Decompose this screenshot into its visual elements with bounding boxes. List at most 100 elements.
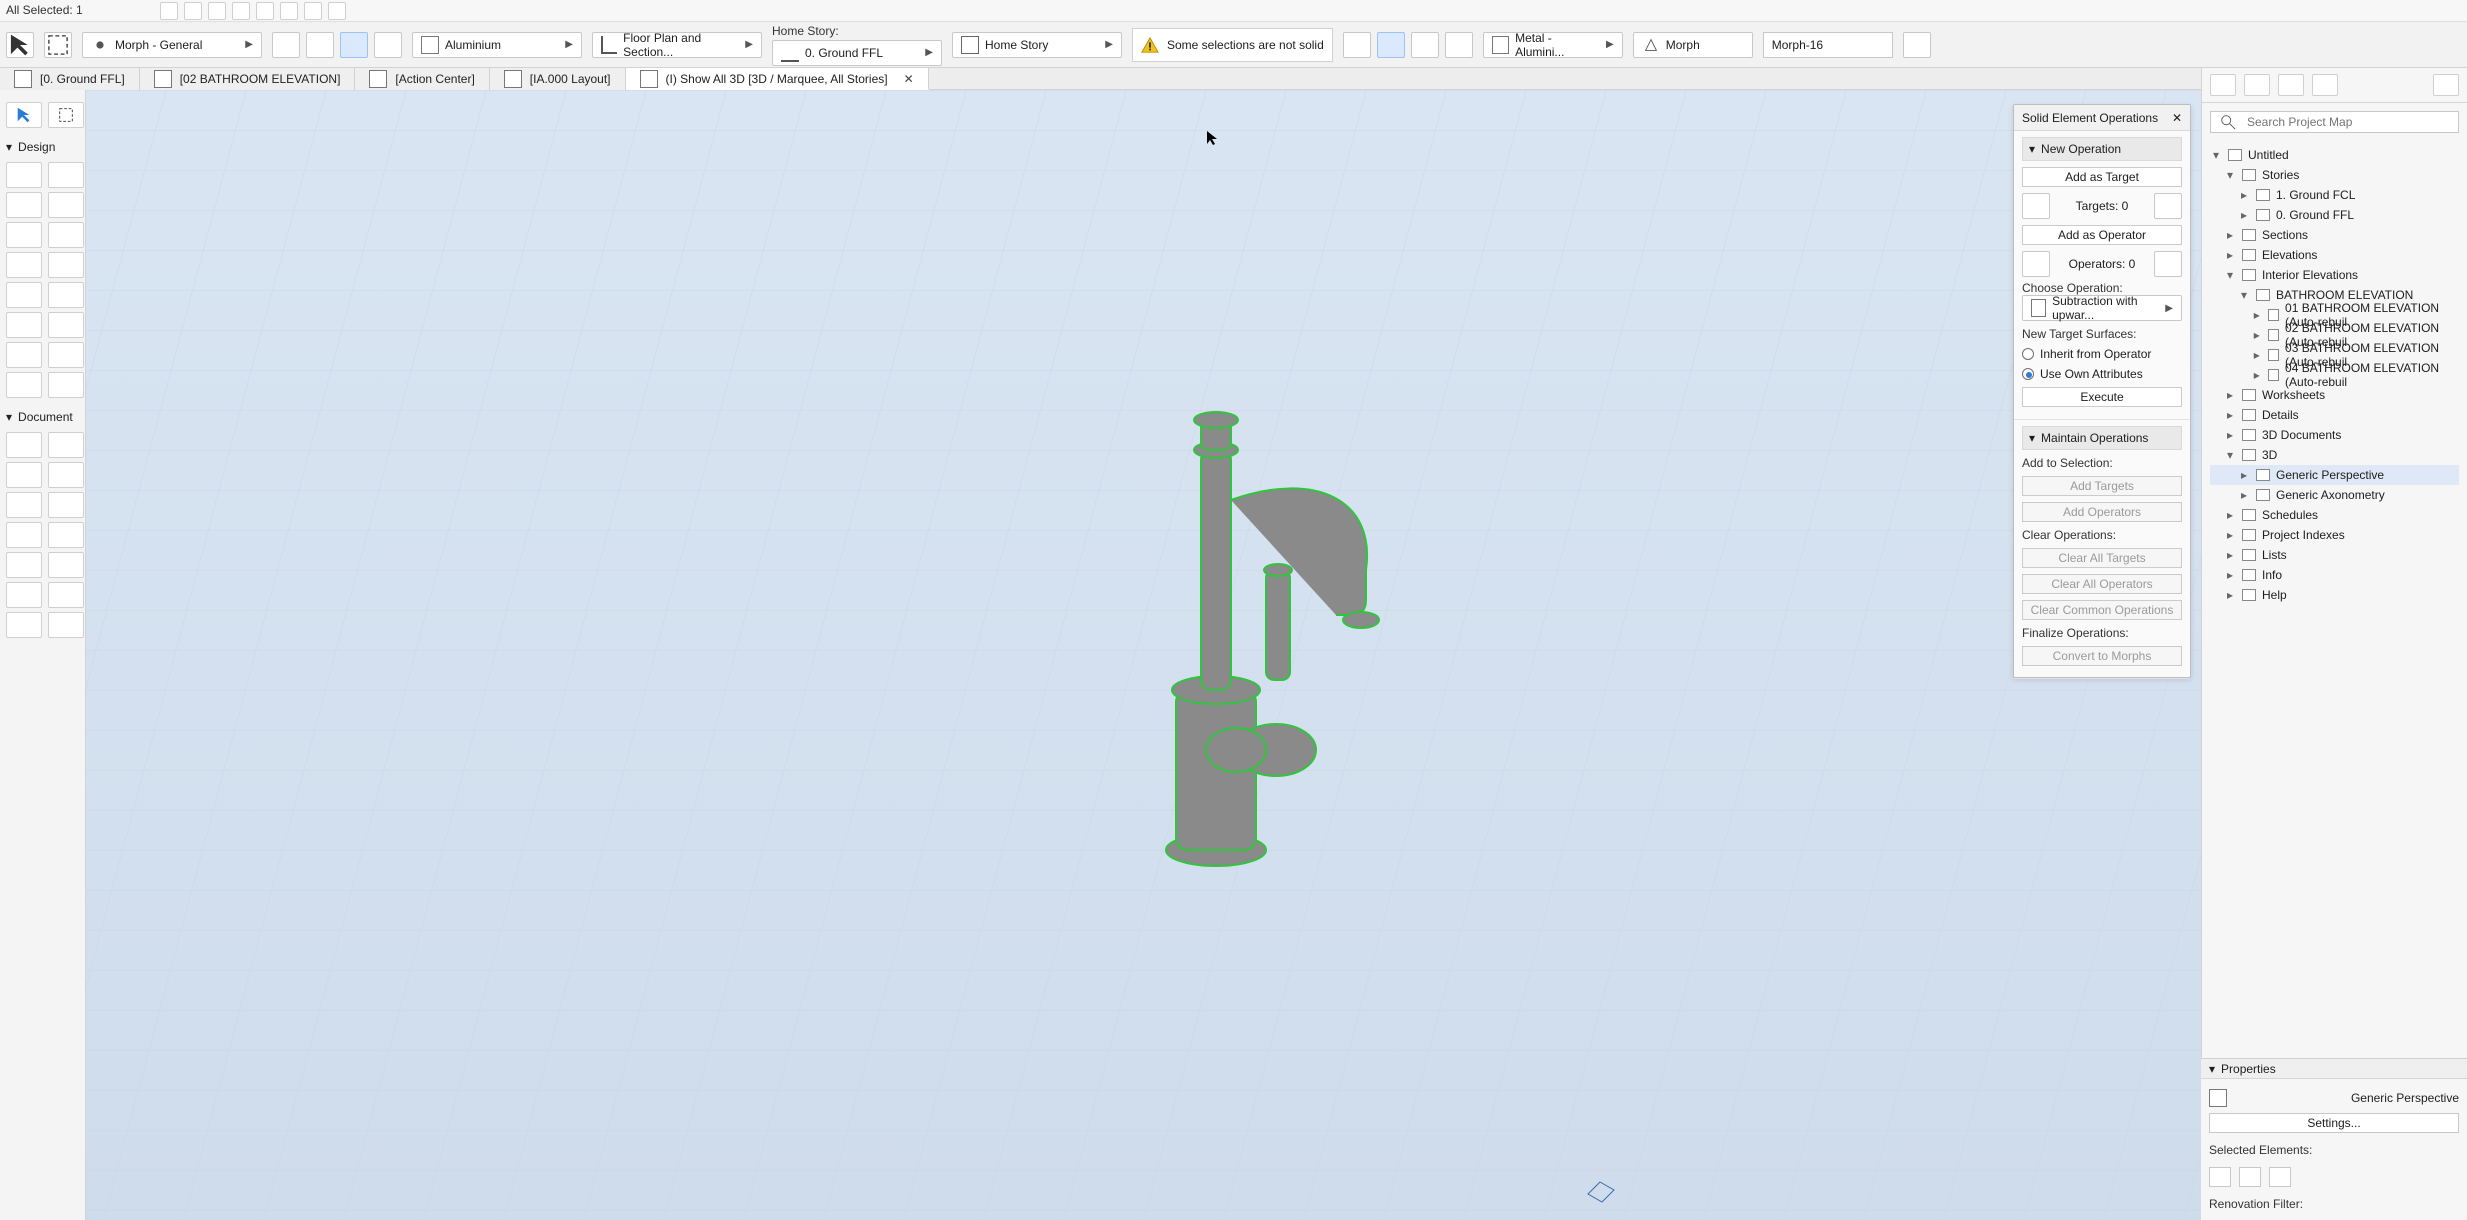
tree-node[interactable]: ▾ Interior Elevations [2210,265,2459,285]
chevron-right-icon[interactable]: ▸ [2238,208,2250,222]
chevron-right-icon[interactable]: ▸ [2238,188,2250,202]
add-target-button[interactable]: Add as Target [2022,167,2182,187]
add-operators-button[interactable]: Add Operators [2022,502,2182,522]
figure-tool[interactable] [48,552,84,578]
rotate-tool-button[interactable] [374,31,402,58]
view-map-icon[interactable] [2244,74,2270,96]
slab-tool[interactable] [6,252,42,278]
arrow-tool-button[interactable] [6,31,34,58]
chevron-right-icon[interactable]: ▸ [2224,388,2236,402]
switch-2-button[interactable] [1376,31,1405,58]
close-icon[interactable]: ✕ [904,72,914,86]
navigator-options-icon[interactable] [2433,74,2459,96]
chevron-right-icon[interactable]: ▸ [2224,568,2236,582]
add-operator-button[interactable]: Add as Operator [2022,225,2182,245]
layout-book-icon[interactable] [2278,74,2304,96]
stair-tool[interactable] [48,282,84,308]
spline-tool[interactable] [48,522,84,548]
layer-combo[interactable]: Morph - General ▶ [82,31,262,58]
beam-tool[interactable] [6,222,42,248]
chevron-right-icon[interactable]: ▸ [2252,368,2262,382]
fill-tool[interactable] [6,492,42,518]
tree-node[interactable]: ▸ Lists [2210,545,2459,565]
chevron-right-icon[interactable]: ▸ [2224,548,2236,562]
chevron-right-icon[interactable]: ▸ [2252,308,2262,322]
chevron-down-icon[interactable]: ▾ [2210,148,2222,162]
tab-item[interactable]: [IA.000 Layout] [489,68,626,90]
magic-icon[interactable] [280,2,298,20]
curtain-wall-tool[interactable] [6,342,42,368]
clear-all-targets-button[interactable]: Clear All Targets [2022,548,2182,568]
chevron-right-icon[interactable]: ▸ [2224,408,2236,422]
level-tool[interactable] [48,432,84,458]
arrow-tool[interactable] [6,102,42,128]
marquee-tool-button[interactable] [44,31,72,58]
lamp-tool[interactable] [48,372,84,398]
home-story-combo[interactable]: 0. Ground FFL ▶ [772,39,942,66]
tree-node[interactable]: ▾ 3D [2210,445,2459,465]
tree-node[interactable]: ▸ Elevations [2210,245,2459,265]
chevron-right-icon[interactable]: ▸ [2238,488,2250,502]
operators-pick-button[interactable] [2153,251,2182,277]
tree-node[interactable]: ▸ 1. Ground FCL [2210,185,2459,205]
view-combo[interactable]: Floor Plan and Section... ▶ [592,31,762,59]
chevron-down-icon[interactable]: ▾ [2238,288,2250,302]
line-tool[interactable] [48,492,84,518]
tab-item[interactable]: [0. Ground FFL] [0,68,140,90]
rect-tool-button[interactable] [306,31,334,58]
execute-button[interactable]: Execute [2022,387,2182,407]
column-tool[interactable] [6,192,42,218]
window-tool[interactable] [48,192,84,218]
project-map-icon[interactable] [2210,74,2236,96]
chevron-right-icon[interactable]: ▸ [2252,328,2262,342]
object-tool[interactable] [48,222,84,248]
project-map-search[interactable] [2210,111,2459,133]
clear-all-operators-button[interactable]: Clear All Operators [2022,574,2182,594]
tree-node[interactable]: ▾ Untitled [2210,145,2459,165]
layer-settings-button[interactable] [1902,31,1931,58]
dimension-tool[interactable] [6,432,42,458]
element-type-2-icon[interactable] [2239,1167,2261,1187]
marquee-tool[interactable] [48,102,84,128]
clear-common-operations-button[interactable]: Clear Common Operations [2022,600,2182,620]
arc-tool[interactable] [6,522,42,548]
close-icon[interactable]: ✕ [2172,111,2182,125]
chevron-down-icon[interactable]: ▾ [2224,448,2236,462]
save-icon[interactable] [160,2,178,20]
chevron-right-icon[interactable]: ▸ [2224,588,2236,602]
chevron-right-icon[interactable]: ▸ [2224,228,2236,242]
label-tool[interactable] [48,462,84,488]
box-tool-button[interactable] [340,31,368,58]
element-type-1-icon[interactable] [2209,1167,2231,1187]
switch-3-button[interactable] [1410,31,1439,58]
surface-combo[interactable]: Metal - Alumini... ▶ [1482,31,1623,59]
detail-tool[interactable] [6,612,42,638]
targets-pick-button[interactable] [2153,193,2182,219]
3d-navigation-icon[interactable] [1586,1180,1616,1204]
switch-1-button[interactable] [1342,31,1371,58]
tree-node[interactable]: ▸ Info [2210,565,2459,585]
properties-settings-button[interactable]: Settings... [2209,1113,2459,1133]
tab-item[interactable]: [02 BATHROOM ELEVATION] [139,68,356,90]
chevron-down-icon[interactable]: ▾ [2224,168,2236,182]
elevation-tool[interactable] [48,582,84,608]
roof-tool[interactable] [6,282,42,308]
door-tool[interactable] [48,162,84,188]
switch-4-button[interactable] [1444,31,1473,58]
tree-node[interactable]: ▸ Help [2210,585,2459,605]
undo-icon[interactable] [184,2,202,20]
chevron-down-icon[interactable]: ▾ [2224,268,2236,282]
print-icon[interactable] [232,2,250,20]
tree-node[interactable]: ▸ 04 BATHROOM ELEVATION (Auto-rebuil [2210,361,2459,389]
pick-icon[interactable] [256,2,274,20]
home-story-right-combo[interactable]: Home Story ▶ [952,31,1122,58]
chevron-right-icon[interactable]: ▸ [2224,248,2236,262]
worksheet-tool[interactable] [48,612,84,638]
tree-node[interactable]: ▸ Sections [2210,225,2459,245]
publisher-icon[interactable] [2312,74,2338,96]
railing-tool[interactable] [48,312,84,338]
line-tool-button[interactable] [272,31,300,58]
zone-tool[interactable] [48,252,84,278]
tree-node[interactable]: ▸ 3D Documents [2210,425,2459,445]
element-type-3-icon[interactable] [2269,1167,2291,1187]
